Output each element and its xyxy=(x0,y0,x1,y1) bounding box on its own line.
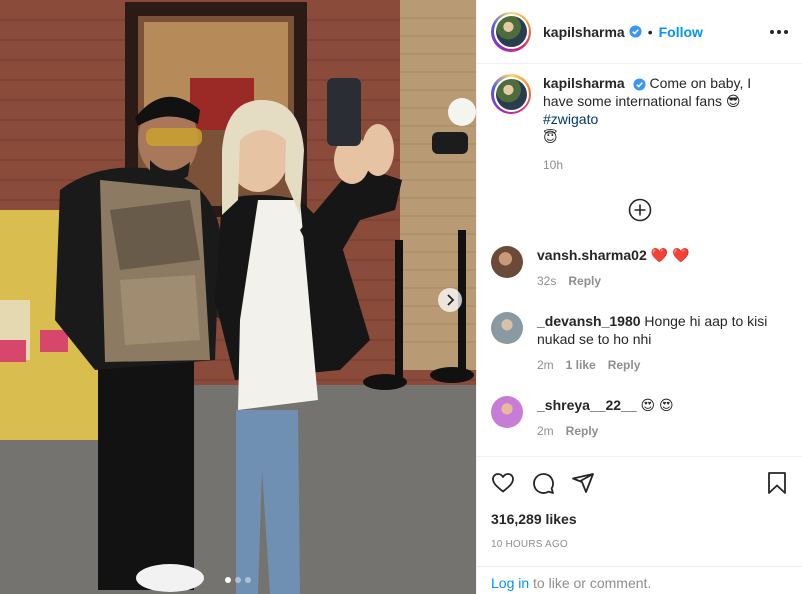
commenter-avatar[interactable] xyxy=(491,396,523,428)
bookmark-icon xyxy=(768,472,786,494)
commenter-avatar[interactable] xyxy=(491,312,523,344)
comment-icon xyxy=(533,473,554,494)
author-avatar[interactable] xyxy=(491,11,531,52)
like-count[interactable]: 316,289 likes xyxy=(491,511,788,527)
commenter-username[interactable]: _shreya__22__ xyxy=(537,397,637,413)
carousel-next-button[interactable] xyxy=(438,288,462,312)
comment-text: ❤️ ❤️ xyxy=(650,247,690,263)
commenter-username[interactable]: _devansh_1980 xyxy=(537,313,641,329)
send-icon xyxy=(572,473,594,493)
carousel-dot xyxy=(225,577,231,583)
verified-badge-icon xyxy=(629,25,642,38)
login-prompt-text: to like or comment. xyxy=(529,575,652,591)
post-timestamp[interactable]: 10 hours ago xyxy=(491,539,788,550)
post-image xyxy=(0,0,476,594)
comment-time: 32s xyxy=(537,274,557,288)
verified-badge-icon xyxy=(633,78,646,91)
heart-icon xyxy=(492,473,514,493)
comment-time: 2m xyxy=(537,424,554,438)
comment-text: 😍 😍 xyxy=(640,397,674,413)
comment-time: 2m xyxy=(537,358,554,372)
commenter-avatar[interactable] xyxy=(491,246,523,278)
load-more-comments-button[interactable] xyxy=(491,198,788,222)
caption-emoji: 😇 xyxy=(543,129,558,145)
commenter-username[interactable]: vansh.sharma02 xyxy=(537,247,647,263)
share-button[interactable] xyxy=(571,471,595,495)
login-link[interactable]: Log in xyxy=(491,575,529,591)
comment-item: vansh.sharma02 ❤️ ❤️ 32s Reply xyxy=(491,246,788,290)
post-actions: 316,289 likes 10 hours ago xyxy=(477,456,802,550)
login-prompt: Log in to like or comment. xyxy=(477,566,802,594)
author-avatar[interactable] xyxy=(491,74,531,114)
reply-button[interactable]: Reply xyxy=(608,356,641,374)
caption-time: 10h xyxy=(543,158,564,172)
post-sidebar: kapilsharma • Follow kapilsharma Come on… xyxy=(476,0,802,594)
post-header: kapilsharma • Follow xyxy=(477,0,802,64)
author-avatar-image xyxy=(495,78,527,110)
comments-section[interactable]: kapilsharma Come on baby, I have some in… xyxy=(477,64,802,456)
post-caption: kapilsharma Come on baby, I have some in… xyxy=(491,74,788,174)
comment-likes[interactable]: 1 like xyxy=(566,356,596,374)
carousel-dot xyxy=(245,577,251,583)
carousel-dot xyxy=(235,577,241,583)
carousel-indicator xyxy=(0,577,476,583)
reply-button[interactable]: Reply xyxy=(568,272,601,290)
post-photo[interactable] xyxy=(0,0,476,594)
author-avatar-image xyxy=(495,16,527,47)
comment-item: _devansh_1980 Honge hi aap to kisi nukad… xyxy=(491,312,788,374)
like-button[interactable] xyxy=(491,471,515,495)
reply-button[interactable]: Reply xyxy=(566,422,599,440)
comment-item: _shreya__22__ 😍 😍 2m Reply xyxy=(491,396,788,440)
author-username[interactable]: kapilsharma xyxy=(543,24,625,40)
save-button[interactable] xyxy=(766,471,788,495)
caption-username[interactable]: kapilsharma xyxy=(543,75,625,91)
more-options-icon[interactable] xyxy=(770,29,788,34)
chevron-right-icon xyxy=(447,294,455,306)
comment-button[interactable] xyxy=(531,471,555,495)
caption-hashtag[interactable]: #zwigato xyxy=(543,111,598,127)
separator-dot: • xyxy=(647,23,653,40)
plus-circle-icon xyxy=(628,198,651,222)
follow-button[interactable]: Follow xyxy=(659,24,703,40)
